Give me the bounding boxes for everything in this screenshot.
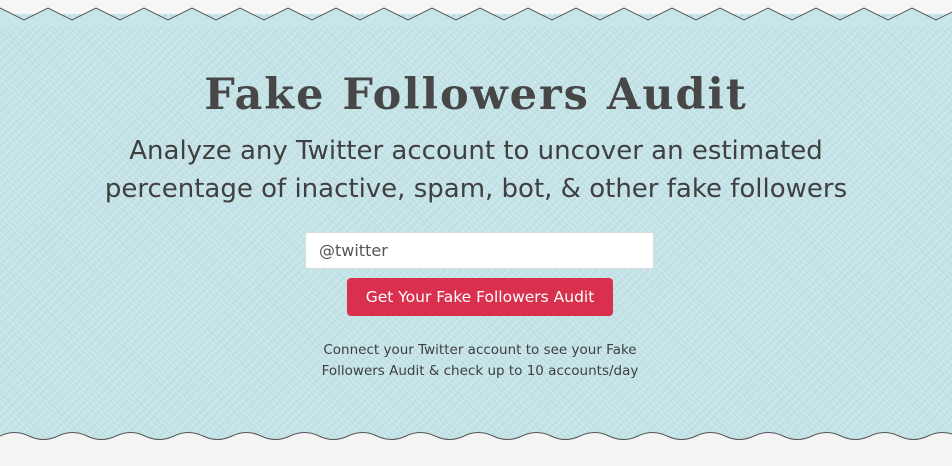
- page: Fake Followers Audit Analyze any Twitter…: [0, 0, 952, 466]
- twitter-handle-input[interactable]: [305, 232, 654, 269]
- page-subtitle: Analyze any Twitter account to uncover a…: [104, 136, 848, 204]
- connect-note-line-1: Connect your Twitter account to see your…: [323, 342, 637, 358]
- zigzag-edge: [0, 7, 952, 26]
- page-title: Fake Followers Audit: [204, 70, 748, 120]
- connect-note-line-2: Followers Audit & check up to 10 account…: [321, 363, 639, 379]
- get-audit-button[interactable]: Get Your Fake Followers Audit: [347, 278, 613, 316]
- wavy-edge: [0, 432, 952, 466]
- connect-note: Connect your Twitter account to see your…: [250, 340, 710, 382]
